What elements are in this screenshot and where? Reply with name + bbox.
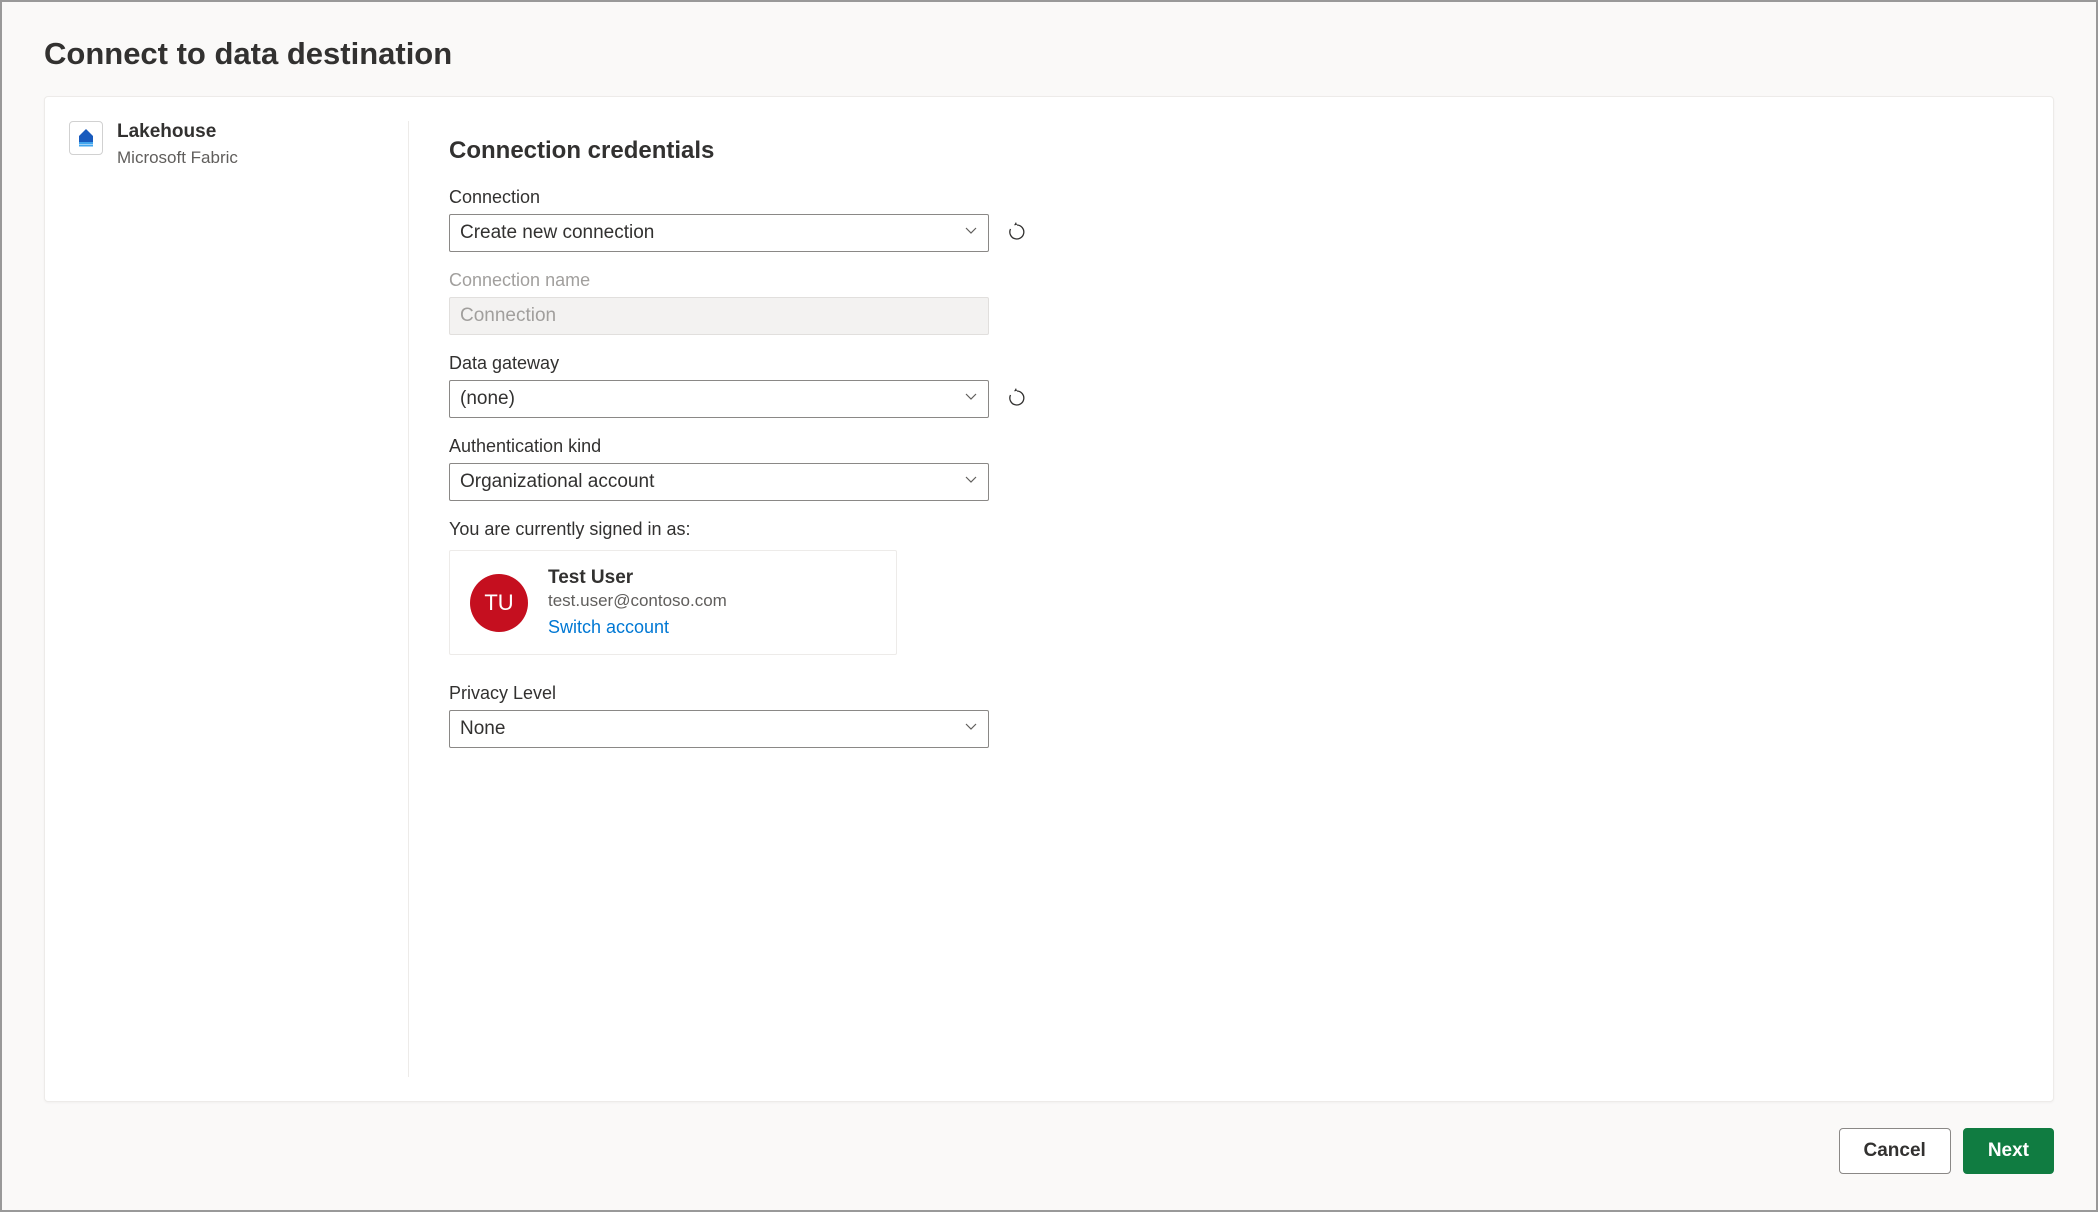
refresh-icon (1007, 222, 1027, 245)
connection-field: Connection Create new connection (449, 187, 2025, 252)
auth-kind-field: Authentication kind Organizational accou… (449, 436, 2025, 501)
privacy-select[interactable]: None (449, 710, 989, 748)
connection-name-label: Connection name (449, 270, 2025, 291)
privacy-field: Privacy Level None (449, 683, 2025, 748)
destination-item: Lakehouse Microsoft Fabric (69, 121, 384, 170)
destination-provider: Microsoft Fabric (117, 146, 238, 170)
section-title: Connection credentials (449, 137, 2025, 165)
account-info: Test User test.user@contoso.com Switch a… (548, 567, 727, 638)
connection-select-value: Create new connection (460, 222, 654, 244)
data-gateway-select-value: (none) (460, 388, 515, 410)
next-button[interactable]: Next (1963, 1128, 2054, 1174)
connection-select[interactable]: Create new connection (449, 214, 989, 252)
chevron-down-icon (964, 718, 978, 740)
content-card: Lakehouse Microsoft Fabric Connection cr… (44, 96, 2054, 1102)
refresh-icon (1007, 388, 1027, 411)
account-email: test.user@contoso.com (548, 591, 727, 611)
data-gateway-select[interactable]: (none) (449, 380, 989, 418)
destination-name: Lakehouse (117, 121, 238, 144)
dialog-footer: Cancel Next (8, 1102, 2090, 1204)
dialog-container: Connect to data destination Lakehouse Mi… (8, 8, 2090, 1204)
chevron-down-icon (964, 471, 978, 493)
refresh-gateway-button[interactable] (1003, 385, 1031, 413)
refresh-connection-button[interactable] (1003, 219, 1031, 247)
dialog-header: Connect to data destination (8, 8, 2090, 96)
account-name: Test User (548, 567, 727, 589)
auth-kind-select-value: Organizational account (460, 471, 654, 493)
form-area: Connection credentials Connection Create… (409, 121, 2025, 1077)
dialog-title: Connect to data destination (44, 36, 2054, 72)
avatar: TU (470, 574, 528, 632)
auth-kind-select[interactable]: Organizational account (449, 463, 989, 501)
connection-name-input (449, 297, 989, 335)
auth-kind-label: Authentication kind (449, 436, 2025, 457)
account-card: TU Test User test.user@contoso.com Switc… (449, 550, 897, 655)
privacy-select-value: None (460, 718, 505, 740)
chevron-down-icon (964, 388, 978, 410)
data-gateway-label: Data gateway (449, 353, 2025, 374)
data-gateway-field: Data gateway (none) (449, 353, 2025, 418)
destination-sidebar: Lakehouse Microsoft Fabric (69, 121, 409, 1077)
privacy-label: Privacy Level (449, 683, 2025, 704)
lakehouse-icon (69, 121, 103, 155)
signed-in-label: You are currently signed in as: (449, 519, 2025, 540)
connection-name-field: Connection name (449, 270, 2025, 335)
chevron-down-icon (964, 222, 978, 244)
connection-label: Connection (449, 187, 2025, 208)
switch-account-link[interactable]: Switch account (548, 617, 669, 638)
cancel-button[interactable]: Cancel (1839, 1128, 1951, 1174)
destination-text: Lakehouse Microsoft Fabric (117, 121, 238, 170)
